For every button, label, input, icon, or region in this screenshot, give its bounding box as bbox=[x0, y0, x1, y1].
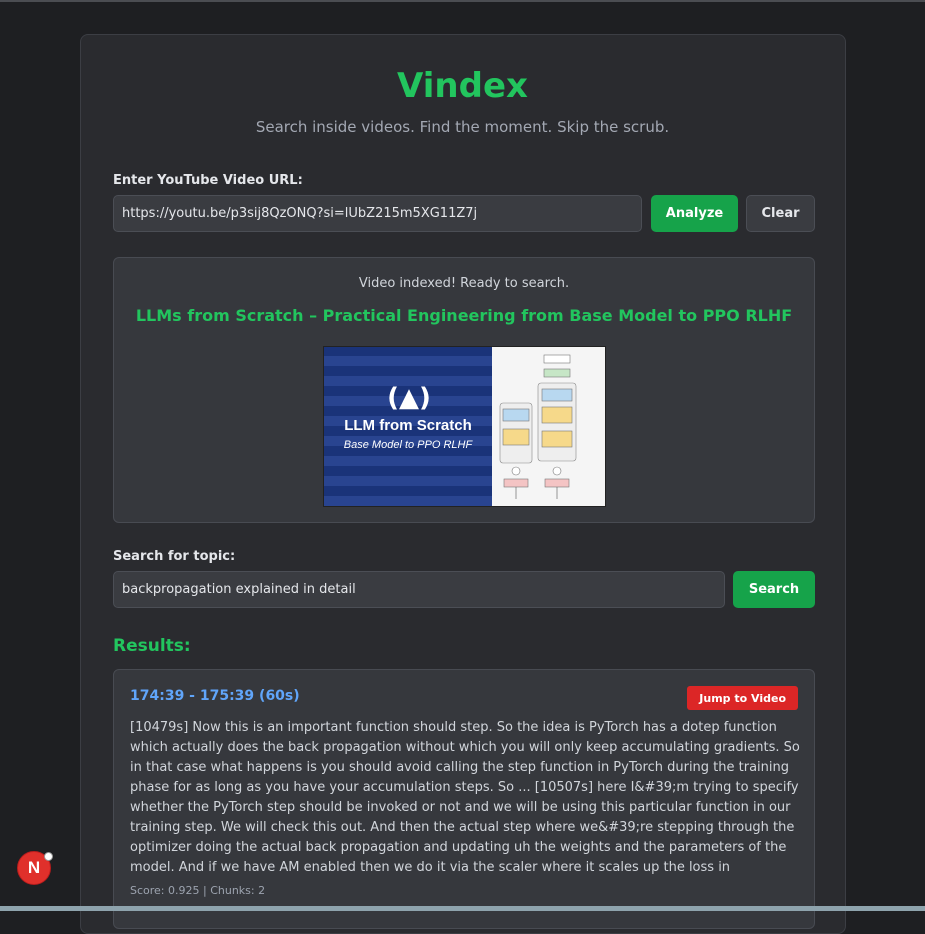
search-button[interactable]: Search bbox=[733, 571, 815, 608]
thumbnail-subheading: Base Model to PPO RLHF bbox=[343, 439, 473, 451]
index-status: Video indexed! Ready to search. bbox=[358, 276, 570, 291]
video-info-panel: Video indexed! Ready to search. LLMs fro… bbox=[113, 257, 815, 523]
result-transcript-text: [10479s] Now this is an important functi… bbox=[130, 720, 800, 875]
result-score-meta: Score: 0.925 | Chunks: 2 bbox=[130, 884, 266, 897]
youtube-url-input[interactable] bbox=[113, 195, 642, 232]
video-thumbnail: (▲) LLM from Scratch Base Model to PPO R… bbox=[323, 346, 606, 507]
jump-to-video-button[interactable]: Jump to Video bbox=[687, 686, 798, 710]
code-flame-icon: (▲) bbox=[387, 383, 431, 413]
topic-search-input[interactable] bbox=[113, 571, 725, 608]
video-title: LLMs from Scratch – Practical Engineerin… bbox=[135, 306, 793, 325]
app-tagline: Search inside videos. Find the moment. S… bbox=[255, 118, 670, 136]
clear-button[interactable]: Clear bbox=[746, 195, 815, 232]
app-title: Vindex bbox=[397, 66, 528, 106]
result-card: 174:39 - 175:39 (60s) Jump to Video [104… bbox=[113, 669, 815, 929]
transformer-diagram-icon bbox=[499, 354, 577, 499]
top-border bbox=[0, 0, 925, 2]
results-heading: Results: bbox=[113, 636, 191, 656]
bottom-border bbox=[0, 906, 925, 911]
status-dot-icon bbox=[44, 852, 53, 861]
thumbnail-banner: (▲) LLM from Scratch Base Model to PPO R… bbox=[324, 347, 492, 506]
thumbnail-heading: LLM from Scratch bbox=[344, 417, 472, 434]
result-time-range[interactable]: 174:39 - 175:39 (60s) bbox=[130, 688, 300, 704]
transformer-diagram-image bbox=[492, 347, 605, 506]
analyze-button[interactable]: Analyze bbox=[651, 195, 738, 232]
search-label: Search for topic: bbox=[113, 549, 236, 564]
url-label: Enter YouTube Video URL: bbox=[113, 173, 303, 188]
